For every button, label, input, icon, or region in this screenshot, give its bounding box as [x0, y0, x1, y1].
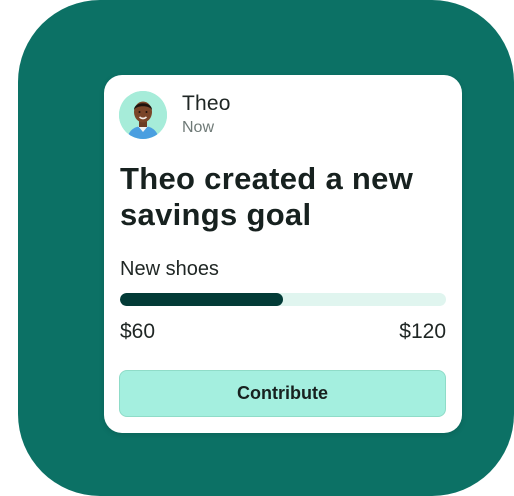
- current-amount: $60: [120, 320, 156, 343]
- notification-headline: Theo created a new savings goal: [120, 161, 414, 232]
- savings-goal-card: Theo Now Theo created a new savings goal…: [104, 75, 462, 433]
- goal-progress-fill: [120, 293, 283, 306]
- timestamp: Now: [182, 119, 215, 136]
- user-name: Theo: [182, 92, 231, 115]
- goal-progress-bar: [120, 293, 446, 306]
- person-avatar-icon: [119, 91, 167, 139]
- app-frame: Theo Now Theo created a new savings goal…: [18, 0, 514, 496]
- contribute-button[interactable]: Contribute: [119, 370, 446, 417]
- target-amount: $120: [399, 320, 446, 343]
- goal-name: New shoes: [120, 258, 219, 280]
- avatar: [119, 91, 167, 139]
